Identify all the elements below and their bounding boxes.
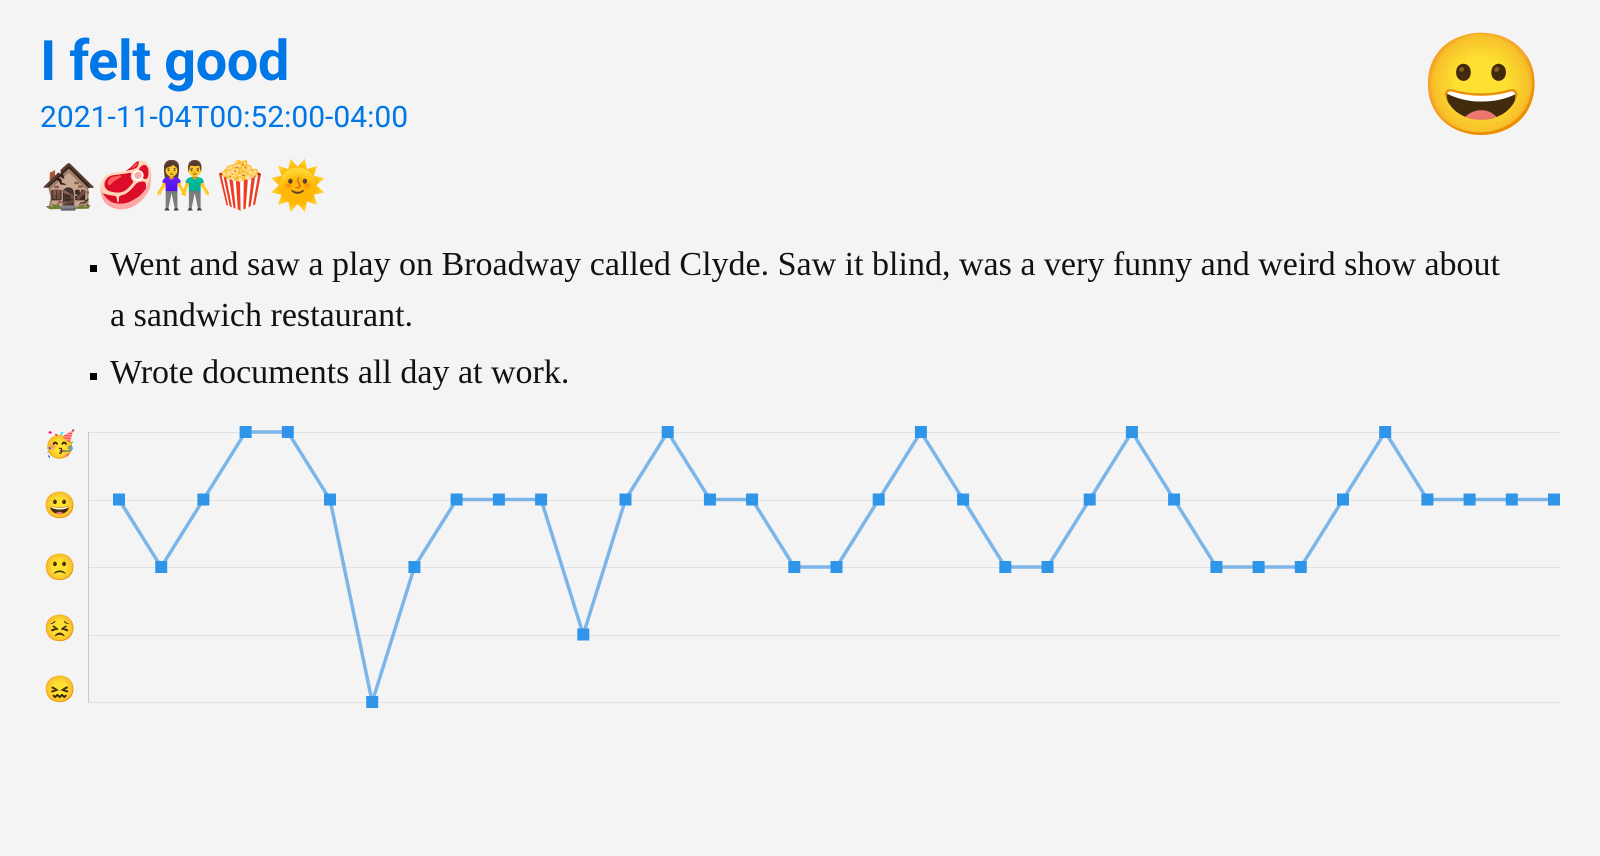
mood-chart: 🥳 😀 🙁 😣 😖 (40, 432, 1560, 703)
chart-marker (704, 494, 716, 506)
chart-marker (324, 494, 336, 506)
chart-marker (620, 494, 632, 506)
chart-marker (831, 561, 843, 573)
chart-marker (113, 494, 125, 506)
chart-marker (197, 494, 209, 506)
chart-marker (1210, 561, 1222, 573)
chart-marker (915, 426, 927, 438)
chart-plot-area (88, 432, 1560, 703)
chart-y-axis: 🥳 😀 🙁 😣 😖 (40, 432, 80, 703)
chart-marker (957, 494, 969, 506)
chart-marker (1295, 561, 1307, 573)
chart-marker (999, 561, 1011, 573)
chart-marker (282, 426, 294, 438)
chart-marker (1464, 494, 1476, 506)
y-tick-label: 🙁 (44, 555, 76, 581)
chart-marker (1548, 494, 1560, 506)
chart-marker (155, 561, 167, 573)
chart-marker (788, 561, 800, 573)
chart-marker (873, 494, 885, 506)
chart-marker (1506, 494, 1518, 506)
chart-marker (1126, 426, 1138, 438)
chart-marker (535, 494, 547, 506)
mood-emoji-icon: 😀 (1419, 36, 1544, 136)
chart-marker (1042, 561, 1054, 573)
activity-icons: 🏚️🥩👫🍿🌞 (40, 163, 1560, 209)
y-tick-label: 😖 (44, 677, 76, 703)
chart-marker (1168, 494, 1180, 506)
chart-marker (366, 696, 378, 708)
chart-marker (577, 629, 589, 641)
chart-marker (1253, 561, 1265, 573)
y-tick-label: 😀 (44, 493, 76, 519)
chart-marker (746, 494, 758, 506)
chart-marker (1379, 426, 1391, 438)
chart-marker (240, 426, 252, 438)
page-title: I felt good (40, 28, 1560, 94)
chart-marker (1421, 494, 1433, 506)
notes-list: Went and saw a play on Broadway called C… (110, 239, 1500, 398)
chart-svg (89, 432, 1560, 702)
y-tick-label: 😣 (44, 616, 76, 642)
journal-entry: 😀 I felt good 2021-11-04T00:52:00-04:00 … (0, 0, 1600, 856)
chart-marker (1337, 494, 1349, 506)
note-item: Wrote documents all day at work. (110, 347, 1500, 398)
chart-marker (408, 561, 420, 573)
note-item: Went and saw a play on Broadway called C… (110, 239, 1500, 341)
entry-timestamp: 2021-11-04T00:52:00-04:00 (40, 100, 1560, 135)
chart-marker (493, 494, 505, 506)
chart-marker (1084, 494, 1096, 506)
chart-marker (451, 494, 463, 506)
y-tick-label: 🥳 (44, 432, 76, 458)
chart-marker (662, 426, 674, 438)
